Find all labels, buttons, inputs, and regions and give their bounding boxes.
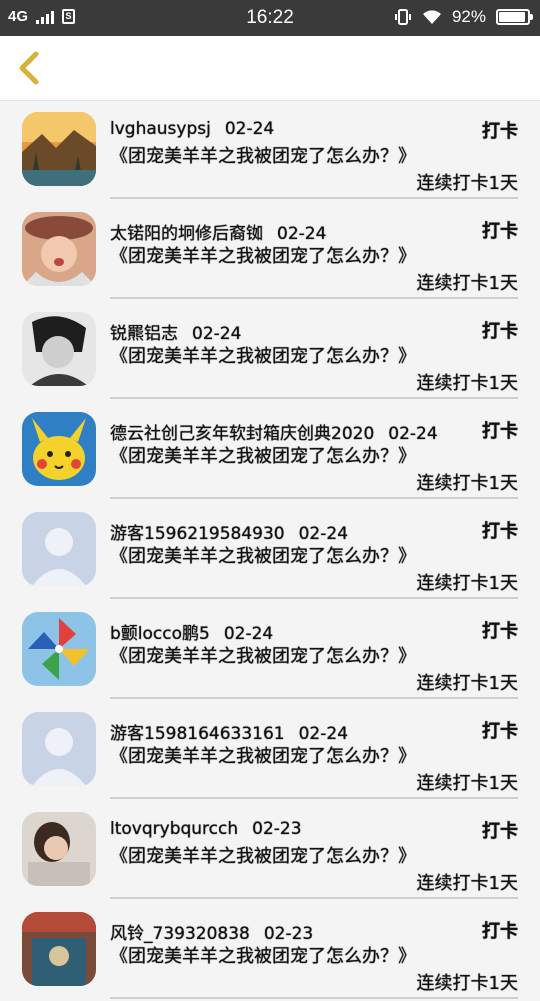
list-item[interactable]: 太锘阳的坰修后裔铷 02-24 打卡 《团宠美羊羊之我被团宠了怎么办？》 连续打卡… <box>0 201 540 301</box>
list-item[interactable]: 游客1598164633161 02-24 打卡 《团宠美羊羊之我被团宠了怎么办？… <box>0 701 540 801</box>
item-header: 德云社创己亥年软封箱庆创典2020 02-24 <box>110 419 518 445</box>
item-info: b颤locco鹏5 02-24 打卡 《团宠美羊羊之我被团宠了怎么办？》 连续打卡… <box>110 617 518 699</box>
avatar[interactable] <box>22 912 96 986</box>
book-title: 《团宠美羊羊之我被团宠了怎么办？》 <box>110 246 416 267</box>
book-title: 《团宠美羊羊之我被团宠了怎么办？》 <box>110 346 416 367</box>
checkin-date: 02-24 <box>192 324 242 344</box>
list-item[interactable]: 风铃_739320838 02-23 打卡 《团宠美羊羊之我被团宠了怎么办？》 连… <box>0 901 540 1001</box>
avatar[interactable] <box>22 512 96 586</box>
checkin-label: 打卡 <box>482 721 518 742</box>
checkin-label: 打卡 <box>482 521 518 542</box>
streak-text: 连续打卡1天 <box>416 873 518 894</box>
username: 太锘阳的坰修后裔铷 <box>110 224 263 244</box>
username: ltovqrybqurcch <box>110 819 239 839</box>
checkin-date: 02-24 <box>298 524 349 544</box>
streak-text: 连续打卡1天 <box>416 273 518 294</box>
avatar[interactable] <box>22 312 96 386</box>
book-title: 《团宠美羊羊之我被团宠了怎么办？》 <box>110 646 416 667</box>
book-title: 《团宠美羊羊之我被团宠了怎么办？》 <box>110 946 416 967</box>
avatar[interactable] <box>22 712 96 786</box>
wifi-icon <box>422 10 441 24</box>
checkin-date: 02-23 <box>252 819 302 839</box>
checkin-label: 打卡 <box>482 421 518 442</box>
status-right: 92% <box>394 7 533 27</box>
item-info: 游客1598164633161 02-24 打卡 《团宠美羊羊之我被团宠了怎么办？… <box>110 717 518 799</box>
status-bar: 4G S 16:22 92% <box>0 0 540 36</box>
item-info: ltovqrybqurcch 02-23 打卡 《团宠美羊羊之我被团宠了怎么办？》… <box>110 817 518 899</box>
item-header: 游客1598164633161 02-24 <box>110 719 518 745</box>
streak-text: 连续打卡1天 <box>416 373 518 394</box>
avatar[interactable] <box>22 412 96 486</box>
nav-bar <box>0 36 540 101</box>
book-title: 《团宠美羊羊之我被团宠了怎么办？》 <box>110 546 416 567</box>
username: 锐羆铝志 <box>110 324 178 344</box>
checkin-date: 02-24 <box>388 424 438 444</box>
checkin-date: 02-24 <box>223 624 274 644</box>
username: 游客1596219584930 <box>110 524 285 544</box>
avatar[interactable] <box>22 112 96 186</box>
username: lvghausypsj <box>110 119 211 139</box>
item-header: b颤locco鹏5 02-24 <box>110 619 518 645</box>
battery-fill <box>499 12 525 22</box>
item-info: 德云社创己亥年软封箱庆创典2020 02-24 打卡 《团宠美羊羊之我被团宠了怎么… <box>110 417 518 499</box>
chevron-left-icon[interactable] <box>14 50 44 86</box>
checkin-date: 02-24 <box>298 724 349 744</box>
item-header: 太锘阳的坰修后裔铷 02-24 <box>110 219 518 245</box>
book-title: 《团宠美羊羊之我被团宠了怎么办？》 <box>110 846 416 867</box>
list-item[interactable]: ltovqrybqurcch 02-23 打卡 《团宠美羊羊之我被团宠了怎么办？》… <box>0 801 540 901</box>
list-item[interactable]: lvghausypsj 02-24 打卡 《团宠美羊羊之我被团宠了怎么办？》 连续… <box>0 101 540 201</box>
battery-icon <box>496 9 533 25</box>
item-info: 游客1596219584930 02-24 打卡 《团宠美羊羊之我被团宠了怎么办？… <box>110 517 518 599</box>
username: 德云社创己亥年软封箱庆创典2020 <box>110 424 375 444</box>
streak-text: 连续打卡1天 <box>416 473 518 494</box>
battery-percent: 92% <box>451 7 486 26</box>
item-info: lvghausypsj 02-24 打卡 《团宠美羊羊之我被团宠了怎么办？》 连续… <box>110 117 518 199</box>
checkin-label: 打卡 <box>482 821 518 842</box>
avatar[interactable] <box>22 812 96 886</box>
item-header: ltovqrybqurcch 02-23 <box>110 819 518 845</box>
checkin-list: lvghausypsj 02-24 打卡 《团宠美羊羊之我被团宠了怎么办？》 连续… <box>0 101 540 1001</box>
item-header: 游客1596219584930 02-24 <box>110 519 518 545</box>
book-title: 《团宠美羊羊之我被团宠了怎么办？》 <box>110 746 416 767</box>
streak-text: 连续打卡1天 <box>416 973 518 994</box>
list-item[interactable]: 游客1596219584930 02-24 打卡 《团宠美羊羊之我被团宠了怎么办？… <box>0 501 540 601</box>
checkin-label: 打卡 <box>482 221 518 242</box>
avatar[interactable] <box>22 212 96 286</box>
streak-text: 连续打卡1天 <box>416 673 518 694</box>
book-title: 《团宠美羊羊之我被团宠了怎么办？》 <box>110 146 416 167</box>
list-item[interactable]: 锐羆铝志 02-24 打卡 《团宠美羊羊之我被团宠了怎么办？》 连续打卡1天 <box>0 301 540 401</box>
item-header: lvghausypsj 02-24 <box>110 119 518 145</box>
checkin-date: 02-24 <box>277 224 327 244</box>
item-header: 锐羆铝志 02-24 <box>110 319 518 345</box>
item-info: 锐羆铝志 02-24 打卡 《团宠美羊羊之我被团宠了怎么办？》 连续打卡1天 <box>110 317 518 399</box>
item-info: 太锘阳的坰修后裔铷 02-24 打卡 《团宠美羊羊之我被团宠了怎么办？》 连续打卡… <box>110 217 518 299</box>
list-item[interactable]: 德云社创己亥年软封箱庆创典2020 02-24 打卡 《团宠美羊羊之我被团宠了怎么… <box>0 401 540 501</box>
item-header: 风铃_739320838 02-23 <box>110 919 518 945</box>
streak-text: 连续打卡1天 <box>416 173 518 194</box>
checkin-label: 打卡 <box>482 121 518 142</box>
checkin-label: 打卡 <box>482 621 518 642</box>
checkin-label: 打卡 <box>482 921 518 942</box>
streak-text: 连续打卡1天 <box>416 773 518 794</box>
item-info: 风铃_739320838 02-23 打卡 《团宠美羊羊之我被团宠了怎么办？》 连… <box>110 917 518 999</box>
username: 游客1598164633161 <box>110 724 285 744</box>
book-title: 《团宠美羊羊之我被团宠了怎么办？》 <box>110 446 416 467</box>
username: b颤locco鹏5 <box>110 624 210 644</box>
vibrate-icon <box>394 9 411 25</box>
list-item[interactable]: b颤locco鹏5 02-24 打卡 《团宠美羊羊之我被团宠了怎么办？》 连续打卡… <box>0 601 540 701</box>
username: 风铃_739320838 <box>110 924 250 944</box>
checkin-date: 02-24 <box>224 119 275 139</box>
checkin-date: 02-23 <box>263 924 314 944</box>
streak-text: 连续打卡1天 <box>416 573 518 594</box>
avatar[interactable] <box>22 612 96 686</box>
checkin-label: 打卡 <box>482 321 518 342</box>
